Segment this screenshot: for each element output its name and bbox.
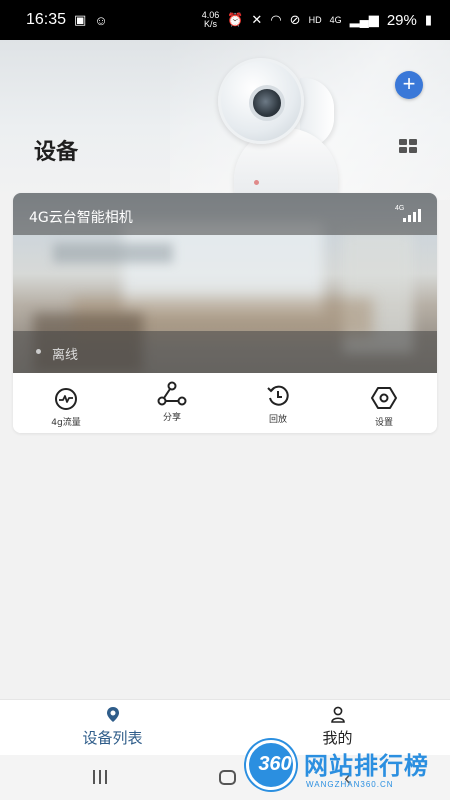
speed-unit: K/s <box>203 19 217 29</box>
device-actions: 4g流量 分享 回放 设置 <box>13 373 437 433</box>
watermark-logo: 360 网站排行榜 WANGZHAN360.CN <box>246 738 446 800</box>
recent-apps-button[interactable] <box>93 770 109 784</box>
app-notification-icon: ☺ <box>94 12 108 28</box>
playback-label: 回放 <box>268 415 287 425</box>
watermark-badge: 360 <box>246 740 296 790</box>
battery-level: 29% <box>386 11 417 29</box>
share-label: 分享 <box>162 413 181 423</box>
image-icon: ▣ <box>74 12 87 27</box>
settings-icon <box>371 387 397 409</box>
playback-button[interactable]: 回放 <box>225 373 331 433</box>
network-speed: 4.06 K/s <box>202 11 220 29</box>
settings-label: 设置 <box>374 418 393 428</box>
watermark-number: 360 <box>258 753 292 775</box>
tab-device-list-label: 设备列表 <box>82 729 143 747</box>
recents-icon <box>93 770 95 784</box>
mute-icon: ✕ <box>251 12 263 27</box>
signal-strength-icon: 4G <box>395 205 425 223</box>
data-usage-icon <box>55 388 77 410</box>
home-button[interactable] <box>219 770 236 785</box>
network-type: 4G <box>329 14 342 25</box>
wifi-icon: ◠ <box>270 12 282 27</box>
device-status: 离线 <box>52 348 79 363</box>
dnd-icon: ⊘ <box>289 12 301 27</box>
settings-button[interactable]: 设置 <box>331 373 437 433</box>
device-card[interactable]: 4G云台智能相机 4G 离线 4g流量 分享 回放 设置 <box>13 193 437 433</box>
share-icon <box>157 381 187 406</box>
watermark-text: 网站排行榜 <box>304 752 429 780</box>
share-button[interactable]: 分享 <box>119 373 225 433</box>
signal-icon: ▂▄▆ <box>349 12 379 27</box>
layout-toggle-button[interactable] <box>399 139 417 153</box>
camera-illustration <box>218 58 304 144</box>
device-name: 4G云台智能相机 <box>29 210 133 226</box>
location-pin-icon <box>106 707 119 722</box>
hd-label: HD <box>308 14 322 25</box>
status-bar: 16:35 ▣ ☺ 4.06 K/s ⏰ ✕ ◠ ⊘ HD 4G ▂▄▆ 29%… <box>0 0 450 40</box>
camera-indicator-light <box>254 180 259 185</box>
data-usage-button[interactable]: 4g流量 <box>13 373 119 433</box>
add-device-button[interactable]: + <box>395 71 423 99</box>
tab-device-list[interactable]: 设备列表 <box>0 700 225 756</box>
device-title-bar: 4G云台智能相机 4G <box>13 193 437 235</box>
watermark-url: WANGZHAN360.CN <box>306 780 394 789</box>
grid-icon <box>399 139 407 145</box>
playback-icon <box>267 385 289 406</box>
status-time: 16:35 <box>26 11 67 28</box>
device-status-bar: 离线 <box>13 331 437 373</box>
page-title: 设备 <box>34 140 79 165</box>
header-banner: 设备 + <box>0 40 450 200</box>
battery-icon: ▮ <box>424 12 432 27</box>
user-icon <box>330 706 345 723</box>
plus-icon: + <box>402 71 416 96</box>
data-usage-label: 4g流量 <box>51 418 81 428</box>
camera-lens <box>249 85 285 121</box>
alarm-icon: ⏰ <box>227 12 244 27</box>
status-dot-icon <box>36 349 41 354</box>
